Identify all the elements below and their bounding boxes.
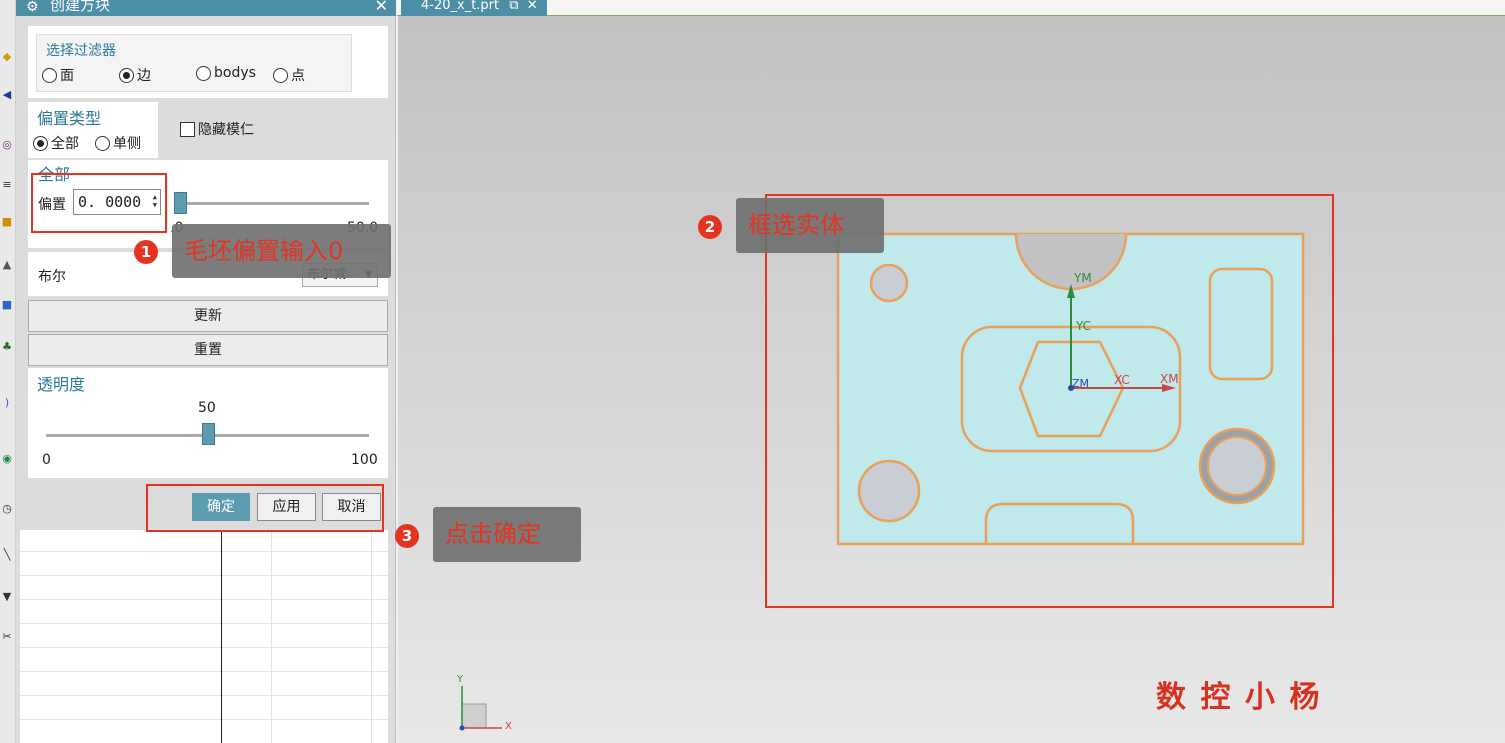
gear-icon: ⚙ <box>26 0 39 15</box>
step3-callout: 点击确定 <box>433 507 581 562</box>
filter-radio-edge[interactable] <box>119 67 134 83</box>
offset-type-single[interactable]: 单侧 <box>95 133 141 153</box>
offset-slider-thumb[interactable] <box>174 192 187 214</box>
grid-divider <box>221 530 222 743</box>
toolbar-icon-9[interactable]: ) <box>0 396 14 410</box>
step3-badge: 3 <box>395 524 419 548</box>
toolbar-icon-8[interactable]: ♣ <box>0 340 14 354</box>
grid-line <box>20 671 388 672</box>
left-toolbar-strip: ◆ ◀ ◎ ≡ ■ ▲ ■ ♣ ) ◉ ◷ ╲ ▼ ✂ <box>0 0 16 743</box>
dialog-titlebar[interactable]: ⚙ 创建方块 ✕ <box>16 0 396 16</box>
transparency-min: 0 <box>42 452 51 468</box>
transparency-slider-thumb[interactable] <box>201 423 215 445</box>
triad-y-label: Y <box>457 674 464 685</box>
toolbar-icon-11[interactable]: ◷ <box>0 502 14 516</box>
filter-option-face[interactable]: 面 <box>42 65 74 85</box>
tab-part-file[interactable]: 4-20_x_t.prt ⧉ ✕ <box>401 0 547 16</box>
toolbar-icon-5[interactable]: ■ <box>0 215 14 229</box>
toolbar-icon-3[interactable]: ◎ <box>0 138 14 152</box>
toolbar-icon-2[interactable]: ◀ <box>0 88 14 102</box>
step1-highlight-box <box>31 173 167 233</box>
reset-button[interactable]: 重置 <box>28 334 388 366</box>
toolbar-icon-14[interactable]: ✂ <box>0 630 14 644</box>
tab-label: 4-20_x_t.prt <box>421 0 500 13</box>
filter-section: 选择过滤器 面 边 bodys 点 <box>28 26 388 98</box>
transparency-value: 50 <box>198 400 216 416</box>
grid-line <box>20 599 388 600</box>
toolbar-icon-10[interactable]: ◉ <box>0 452 14 466</box>
offset-type-section: 偏置类型 全部 单侧 <box>28 102 158 158</box>
transparency-label: 透明度 <box>37 375 86 394</box>
step2-highlight-box <box>765 194 1334 608</box>
close-icon[interactable]: ✕ <box>375 0 388 14</box>
step2-callout: 框选实体 <box>736 198 884 253</box>
dialog-title: 创建方块 <box>50 0 111 14</box>
hide-core-checkbox[interactable]: 隐藏模仁 <box>180 119 254 139</box>
step1-badge: 1 <box>134 240 158 264</box>
step1-callout: 毛坯偏置输入0 <box>172 224 391 278</box>
toolbar-icon-7[interactable]: ■ <box>0 298 14 312</box>
transparency-section: 透明度 50 0 100 <box>28 368 388 478</box>
filter-option-edge[interactable]: 边 <box>119 65 151 85</box>
filter-radio-point[interactable] <box>273 67 288 83</box>
hide-core-check[interactable] <box>180 121 195 137</box>
tab-bar: 4-20_x_t.prt ⧉ ✕ <box>397 0 1505 16</box>
grid-line <box>20 575 388 576</box>
offset-type-label: 偏置类型 <box>37 109 102 128</box>
grid-line <box>20 551 388 552</box>
triad-cube <box>461 703 487 729</box>
external-icon[interactable]: ⧉ <box>509 0 518 13</box>
triad-x-label: X <box>505 721 512 732</box>
grid-line <box>20 623 388 624</box>
toolbar-icon-12[interactable]: ╲ <box>0 548 14 562</box>
filter-radio-bodys[interactable] <box>196 65 211 81</box>
empty-list-grid <box>20 530 388 743</box>
offset-type-radio-all[interactable] <box>33 135 48 151</box>
step3-highlight-box <box>146 484 384 532</box>
grid-line <box>20 647 388 648</box>
filter-option-bodys[interactable]: bodys <box>196 65 256 81</box>
toolbar-icon-4[interactable]: ≡ <box>0 178 14 192</box>
toolbar-icon-6[interactable]: ▲ <box>0 258 14 272</box>
bool-label: 布尔 <box>38 269 66 285</box>
grid-line <box>20 719 388 720</box>
filter-radio-face[interactable] <box>42 67 57 83</box>
grid-line <box>271 530 272 743</box>
update-button[interactable]: 更新 <box>28 300 388 332</box>
toolbar-icon-1[interactable]: ◆ <box>0 50 14 64</box>
tab-close-icon[interactable]: ✕ <box>527 0 538 13</box>
offset-type-all[interactable]: 全部 <box>33 133 79 153</box>
filter-label: 选择过滤器 <box>46 43 116 59</box>
transparency-max: 100 <box>351 452 378 468</box>
grid-line <box>371 530 372 743</box>
grid-line <box>20 695 388 696</box>
offset-slider-track[interactable] <box>174 202 369 205</box>
offset-type-radio-single[interactable] <box>95 135 110 151</box>
triad-origin <box>459 725 465 731</box>
toolbar-icon-13[interactable]: ▼ <box>0 590 14 604</box>
watermark-text: 数 控 小 杨 <box>1156 680 1322 715</box>
step2-badge: 2 <box>698 215 722 239</box>
filter-option-point[interactable]: 点 <box>273 65 305 85</box>
